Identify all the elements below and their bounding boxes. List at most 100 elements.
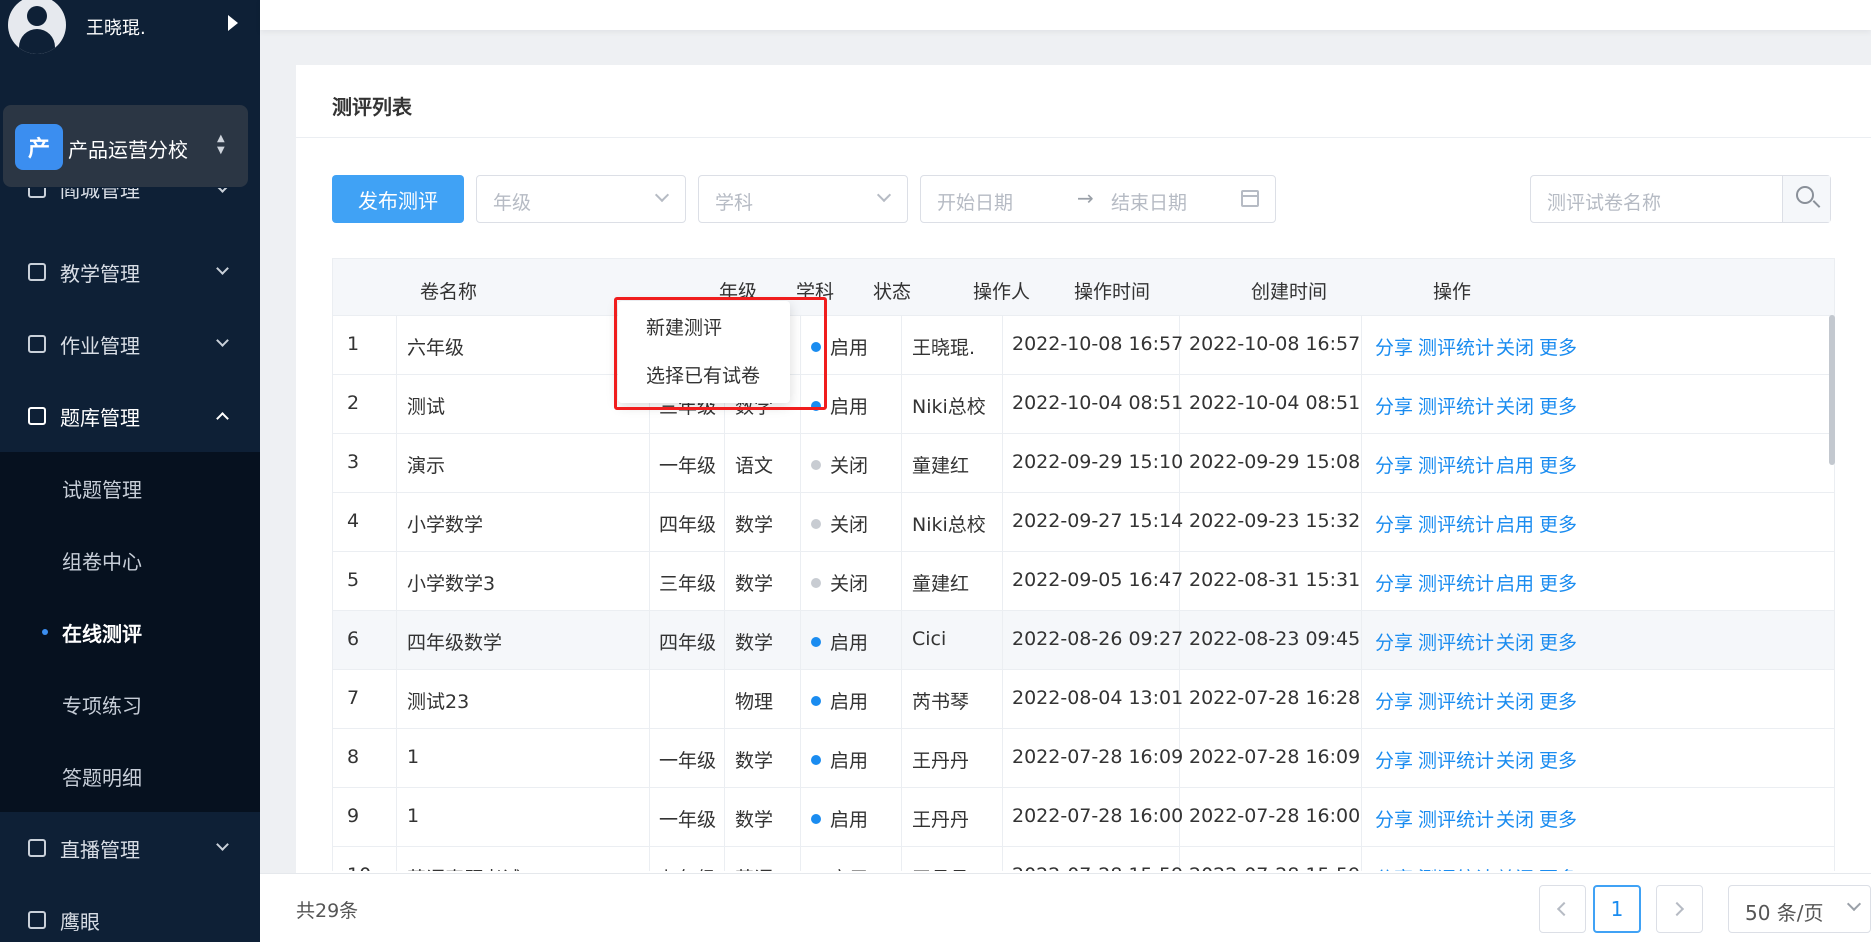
sort-toggle-icon[interactable]: ▲ ▼ xyxy=(217,133,225,157)
submenu-item-practice[interactable]: 专项练习 xyxy=(0,668,260,740)
status-dot-icon xyxy=(811,637,821,647)
stats-link[interactable]: 测评统计 xyxy=(1418,451,1494,478)
share-link[interactable]: 分享 xyxy=(1375,628,1413,655)
sidebar-item-eagle-eye[interactable]: 鹰眼 xyxy=(0,890,260,942)
share-link[interactable]: 分享 xyxy=(1375,510,1413,537)
more-link[interactable]: 更多 xyxy=(1539,510,1577,537)
column-divider xyxy=(1002,847,1003,871)
stats-link[interactable]: 测评统计 xyxy=(1418,746,1494,773)
column-divider xyxy=(800,552,801,610)
cell-grade: 一年级 xyxy=(659,809,717,831)
column-divider xyxy=(724,552,725,610)
column-divider xyxy=(800,788,801,846)
toggle-status-link[interactable]: 关闭 xyxy=(1496,628,1534,655)
sidebar-item-live[interactable]: 直播管理 xyxy=(0,818,260,878)
more-link[interactable]: 更多 xyxy=(1539,569,1577,596)
start-date-input[interactable]: 开始日期 xyxy=(937,188,1013,215)
sidebar-item-homework[interactable]: 作业管理 xyxy=(0,314,260,374)
submenu-item-paper-center[interactable]: 组卷中心 xyxy=(0,524,260,596)
toggle-status-link[interactable]: 关闭 xyxy=(1496,805,1534,832)
toggle-status-link[interactable]: 关闭 xyxy=(1496,392,1534,419)
more-link[interactable]: 更多 xyxy=(1539,333,1577,360)
cell-op-time: 2022-07-28 16:09 xyxy=(1012,746,1184,768)
share-link[interactable]: 分享 xyxy=(1375,805,1413,832)
column-divider xyxy=(901,670,902,728)
submenu-item-answer-details[interactable]: 答题明细 xyxy=(0,740,260,812)
stats-link[interactable]: 测评统计 xyxy=(1418,333,1494,360)
more-link[interactable]: 更多 xyxy=(1539,746,1577,773)
column-divider xyxy=(1002,788,1003,846)
cell-index: 10 xyxy=(347,864,371,871)
stats-link[interactable]: 测评统计 xyxy=(1418,864,1494,871)
caret-right-icon[interactable] xyxy=(228,15,238,31)
column-divider xyxy=(800,729,801,787)
more-link[interactable]: 更多 xyxy=(1539,392,1577,419)
submenu-item-questions[interactable]: 试题管理 xyxy=(0,452,260,524)
more-link[interactable]: 更多 xyxy=(1539,805,1577,832)
prev-page-button[interactable] xyxy=(1539,885,1586,933)
stats-link[interactable]: 测评统计 xyxy=(1418,510,1494,537)
chevron-down-icon xyxy=(1846,896,1862,912)
date-range-picker[interactable]: 开始日期 → 结束日期 xyxy=(920,175,1276,223)
cell-subject: 语文 xyxy=(735,455,774,477)
column-divider xyxy=(800,670,801,728)
sidebar-item-teaching[interactable]: 教学管理 xyxy=(0,242,260,302)
chevron-down-icon xyxy=(216,188,229,193)
submenu-item-online-assessment[interactable]: 在线测评 xyxy=(0,596,260,668)
column-divider xyxy=(1361,788,1362,846)
toggle-status-link[interactable]: 关闭 xyxy=(1496,864,1534,871)
school-switcher[interactable]: 产 产品运营分校 ▲ ▼ xyxy=(3,105,248,187)
subject-select[interactable]: 学科 xyxy=(698,175,908,223)
toggle-status-link[interactable]: 启用 xyxy=(1496,510,1534,537)
stats-link[interactable]: 测评统计 xyxy=(1418,569,1494,596)
share-link[interactable]: 分享 xyxy=(1375,746,1413,773)
sidebar-item-partial[interactable]: 阎城管理 xyxy=(0,188,260,218)
cell-subject: 数学 xyxy=(735,809,774,831)
sidebar-item-question-bank[interactable]: 题库管理 xyxy=(0,386,260,446)
publish-assessment-button[interactable]: 发布测评 xyxy=(332,175,464,223)
range-arrow-icon: → xyxy=(1077,186,1094,210)
submenu-item-label: 在线测评 xyxy=(62,621,142,646)
share-link[interactable]: 分享 xyxy=(1375,864,1413,871)
search-button[interactable] xyxy=(1782,176,1830,222)
more-link[interactable]: 更多 xyxy=(1539,451,1577,478)
cell-index: 8 xyxy=(347,746,360,768)
status-dot-icon xyxy=(811,696,821,706)
cell-status: 启用 xyxy=(830,691,869,713)
stats-link[interactable]: 测评统计 xyxy=(1418,628,1494,655)
stats-link[interactable]: 测评统计 xyxy=(1418,687,1494,714)
stats-link[interactable]: 测评统计 xyxy=(1418,805,1494,832)
page-size-select[interactable]: 50 条/页 xyxy=(1728,885,1871,933)
next-page-button[interactable] xyxy=(1656,885,1703,933)
cell-paper-name: 演示 xyxy=(407,455,446,477)
column-divider xyxy=(724,847,725,871)
share-link[interactable]: 分享 xyxy=(1375,333,1413,360)
toggle-status-link[interactable]: 启用 xyxy=(1496,451,1534,478)
user-profile[interactable]: 王晓琨. xyxy=(0,0,260,60)
cell-op-time: 2022-07-28 16:00 xyxy=(1012,805,1184,827)
toggle-status-link[interactable]: 关闭 xyxy=(1496,687,1534,714)
cell-status: 启用 xyxy=(830,396,869,418)
more-link[interactable]: 更多 xyxy=(1539,628,1577,655)
more-link[interactable]: 更多 xyxy=(1539,687,1577,714)
share-link[interactable]: 分享 xyxy=(1375,392,1413,419)
cell-operator: Niki总校 xyxy=(912,396,986,418)
more-link[interactable]: 更多 xyxy=(1539,864,1577,871)
user-name: 王晓琨. xyxy=(86,18,146,39)
column-divider xyxy=(396,729,397,787)
toggle-status-link[interactable]: 关闭 xyxy=(1496,746,1534,773)
page-number-current[interactable]: 1 xyxy=(1593,885,1641,933)
cell-status: 启用 xyxy=(830,750,869,772)
end-date-input[interactable]: 结束日期 xyxy=(1111,188,1187,215)
stats-link[interactable]: 测评统计 xyxy=(1418,392,1494,419)
share-link[interactable]: 分享 xyxy=(1375,687,1413,714)
table-scrollbar[interactable] xyxy=(1829,315,1835,465)
toggle-status-link[interactable]: 启用 xyxy=(1496,569,1534,596)
cell-op-time: 2022-10-04 08:51 xyxy=(1012,392,1184,414)
grade-select[interactable]: 年级 xyxy=(476,175,686,223)
share-link[interactable]: 分享 xyxy=(1375,569,1413,596)
search-input[interactable]: 测评试卷名称 xyxy=(1530,175,1831,223)
share-link[interactable]: 分享 xyxy=(1375,451,1413,478)
cell-index: 4 xyxy=(347,510,360,532)
toggle-status-link[interactable]: 关闭 xyxy=(1496,333,1534,360)
